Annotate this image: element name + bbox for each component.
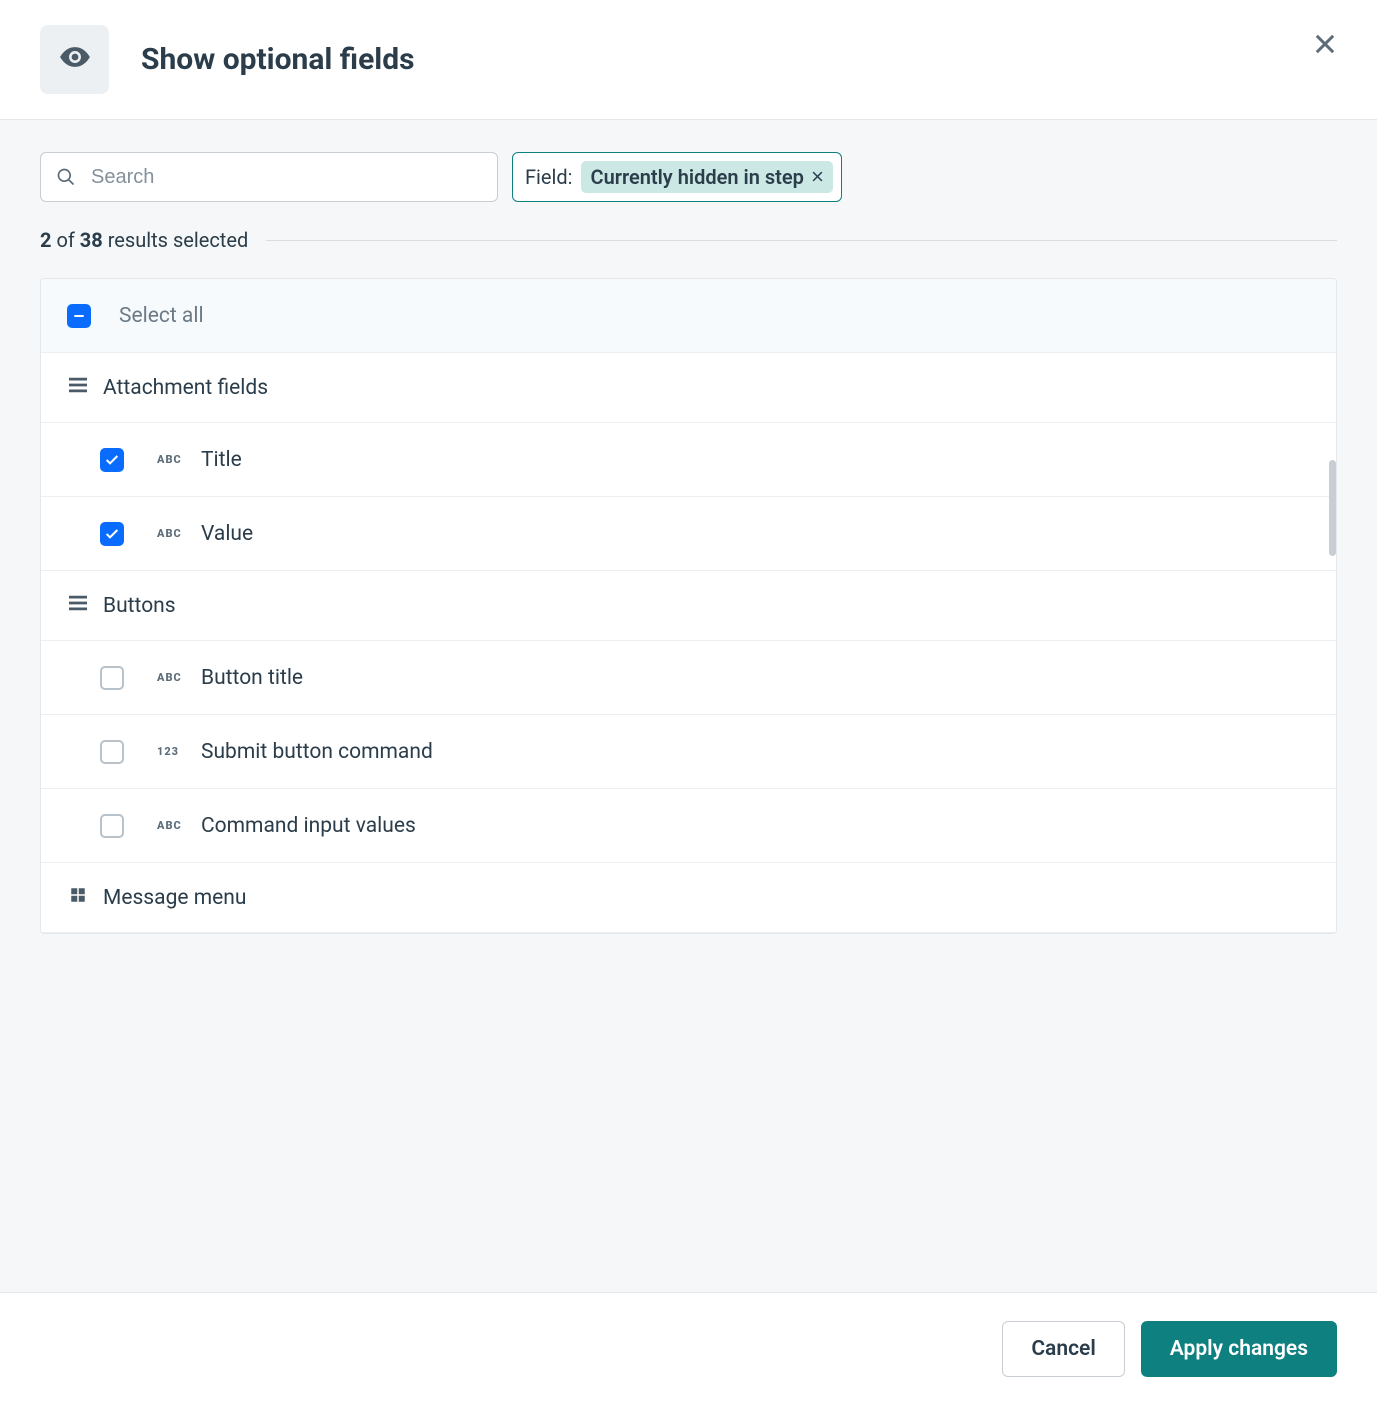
- field-label: Title: [201, 448, 1310, 472]
- close-icon: [810, 165, 825, 189]
- field-label: Value: [201, 522, 1310, 546]
- close-icon: [1311, 39, 1339, 63]
- apply-button-label: Apply changes: [1170, 1337, 1308, 1361]
- results-divider: [266, 240, 1337, 241]
- field-row-value[interactable]: ABC Value: [41, 497, 1336, 571]
- search-icon: [56, 167, 76, 187]
- group-label: Buttons: [103, 594, 1310, 618]
- field-checkbox[interactable]: [100, 522, 124, 546]
- field-filter[interactable]: Field: Currently hidden in step: [512, 152, 842, 202]
- group-header-attachment-fields: Attachment fields: [41, 353, 1336, 423]
- group-header-message-menu: Message menu: [41, 863, 1336, 933]
- results-summary-text: 2 of 38 results selected: [40, 228, 248, 252]
- modal-body: Field: Currently hidden in step 2 of 38 …: [0, 120, 1377, 1292]
- number-type-icon: 123: [157, 745, 197, 758]
- close-button[interactable]: [1311, 30, 1339, 58]
- modal-footer: Cancel Apply changes: [0, 1292, 1377, 1405]
- select-all-label: Select all: [119, 304, 1310, 328]
- text-type-icon: ABC: [157, 453, 197, 466]
- filter-row: Field: Currently hidden in step: [40, 152, 1337, 202]
- scrollbar-thumb[interactable]: [1329, 460, 1336, 556]
- field-row-button-title[interactable]: ABC Button title: [41, 641, 1336, 715]
- field-filter-label: Field:: [525, 165, 573, 189]
- field-label: Command input values: [201, 814, 1310, 838]
- text-type-icon: ABC: [157, 671, 197, 684]
- modal-header: Show optional fields: [0, 0, 1377, 120]
- field-row-title[interactable]: ABC Title: [41, 423, 1336, 497]
- field-row-command-input-values[interactable]: ABC Command input values: [41, 789, 1336, 863]
- field-filter-chip-text: Currently hidden in step: [591, 165, 804, 189]
- show-optional-fields-modal: Show optional fields Field: Currently hi…: [0, 0, 1377, 1405]
- select-all-checkbox[interactable]: [67, 304, 91, 328]
- grid-icon: [67, 886, 89, 910]
- text-type-icon: ABC: [157, 819, 197, 832]
- list-icon: [67, 376, 89, 400]
- fields-list: Select all Attachment fields ABC Title: [40, 278, 1337, 934]
- field-label: Button title: [201, 666, 1310, 690]
- group-header-buttons: Buttons: [41, 571, 1336, 641]
- field-checkbox[interactable]: [100, 814, 124, 838]
- text-type-icon: ABC: [157, 527, 197, 540]
- select-all-row[interactable]: Select all: [41, 279, 1336, 353]
- chip-remove-button[interactable]: [810, 170, 825, 185]
- cancel-button[interactable]: Cancel: [1002, 1321, 1124, 1377]
- field-checkbox[interactable]: [100, 740, 124, 764]
- field-checkbox[interactable]: [100, 448, 124, 472]
- results-summary: 2 of 38 results selected: [40, 228, 1337, 252]
- list-icon: [67, 594, 89, 618]
- header-icon-wrap: [40, 25, 109, 94]
- search-box: [40, 152, 498, 202]
- field-label: Submit button command: [201, 740, 1310, 764]
- eye-icon: [58, 40, 92, 79]
- field-filter-chip: Currently hidden in step: [581, 161, 833, 193]
- field-row-submit-button-command[interactable]: 123 Submit button command: [41, 715, 1336, 789]
- search-input[interactable]: [40, 152, 498, 202]
- field-checkbox[interactable]: [100, 666, 124, 690]
- group-label: Message menu: [103, 886, 1310, 910]
- cancel-button-label: Cancel: [1031, 1337, 1095, 1361]
- modal-title: Show optional fields: [141, 42, 415, 77]
- group-label: Attachment fields: [103, 376, 1310, 400]
- apply-changes-button[interactable]: Apply changes: [1141, 1321, 1337, 1377]
